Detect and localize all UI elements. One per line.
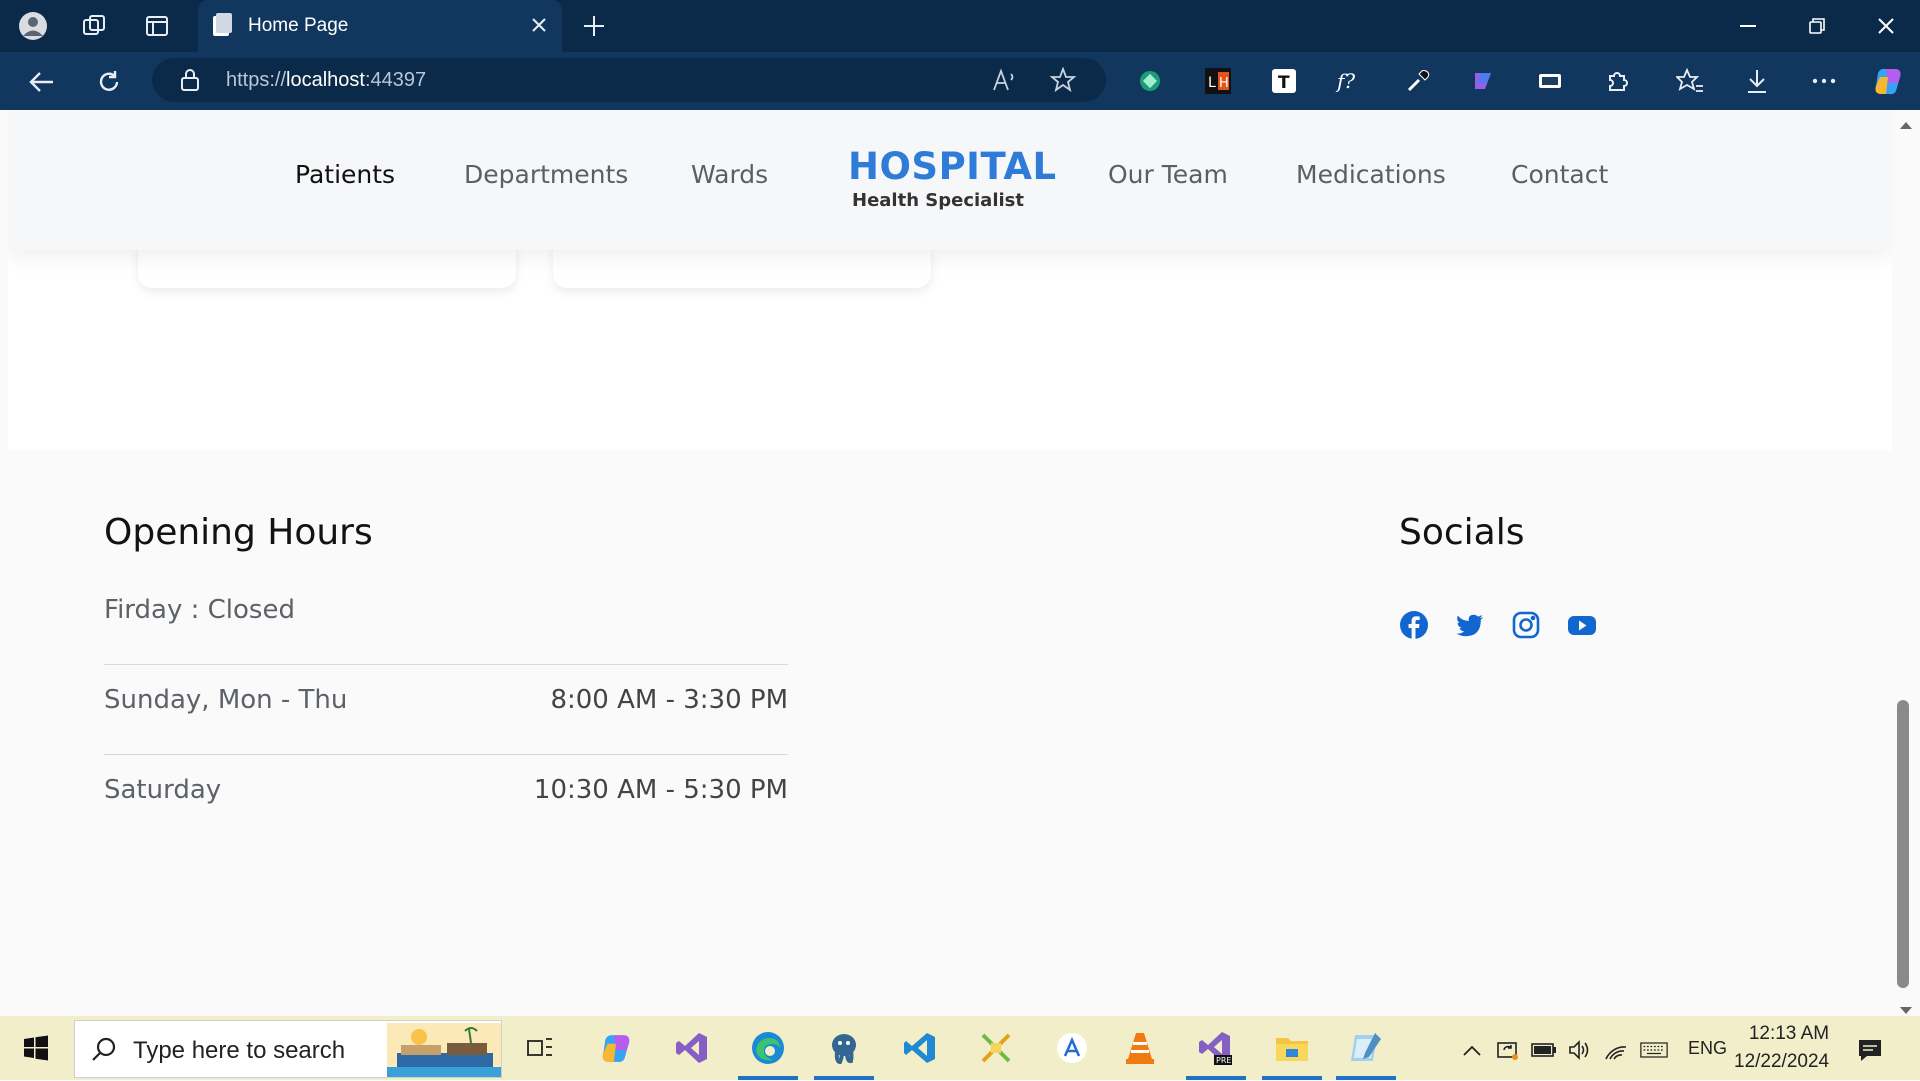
brand-title: HOSPITAL	[848, 145, 1057, 188]
svg-text:f?: f?	[1335, 69, 1355, 93]
copilot-app-icon[interactable]	[594, 1026, 638, 1070]
notifications-icon[interactable]	[1856, 1036, 1884, 1064]
search-icon	[91, 1036, 117, 1066]
hours-day: Sunday, Mon - Thu	[104, 685, 348, 715]
svg-text:H: H	[1219, 76, 1229, 91]
tab-title: Home Page	[248, 15, 349, 36]
battery-icon[interactable]	[1530, 1036, 1558, 1064]
system-clock[interactable]: 12:13 AM 12/22/2024	[1734, 1020, 1829, 1076]
scroll-up-icon[interactable]	[1900, 114, 1912, 133]
task-view-icon[interactable]	[518, 1026, 562, 1070]
windows-start-icon[interactable]	[14, 1026, 58, 1070]
active-tab[interactable]: Home Page	[198, 0, 562, 52]
nav-link-patients[interactable]: Patients	[295, 160, 395, 189]
svg-text:PRE: PRE	[1216, 1056, 1231, 1065]
clock-time: 12:13 AM	[1748, 1023, 1830, 1044]
nav-link-medications[interactable]: Medications	[1296, 160, 1446, 189]
nav-link-contact[interactable]: Contact	[1511, 160, 1608, 189]
vscode-icon[interactable]	[898, 1026, 942, 1070]
more-options-icon[interactable]	[1808, 65, 1840, 97]
back-icon[interactable]	[25, 65, 59, 99]
edge-browser-icon[interactable]	[738, 1026, 798, 1080]
extension-green-icon[interactable]	[1134, 65, 1166, 97]
url-text[interactable]: https://localhost:44397	[226, 69, 426, 92]
facebook-icon[interactable]	[1399, 610, 1429, 640]
app-store-icon[interactable]	[1050, 1026, 1094, 1070]
minimize-icon[interactable]	[1713, 0, 1782, 52]
hours-day: Saturday	[104, 775, 222, 805]
hours-day: Firday : Closed	[104, 595, 295, 625]
search-placeholder: Type here to search	[133, 1037, 346, 1064]
browser-tab-bar: Home Page	[0, 0, 1920, 52]
socials-title: Socials	[1399, 512, 1525, 553]
copilot-icon[interactable]	[1872, 65, 1904, 97]
cards-section	[8, 230, 1892, 450]
extension-purple-icon[interactable]	[1467, 65, 1499, 97]
opening-hours-title: Opening Hours	[104, 512, 373, 553]
page-viewport: Patients Departments Wards HOSPITAL Heal…	[8, 110, 1892, 1016]
hours-row: Saturday 10:30 AM - 5:30 PM	[104, 755, 788, 845]
youtube-icon[interactable]	[1567, 610, 1597, 640]
profile-avatar-icon[interactable]	[17, 10, 49, 42]
svg-text:L: L	[1208, 75, 1216, 91]
restore-icon[interactable]	[1782, 0, 1851, 52]
nav-link-wards[interactable]: Wards	[691, 160, 768, 189]
text-extension-icon[interactable]: T	[1268, 65, 1300, 97]
wifi-icon[interactable]	[1602, 1036, 1630, 1064]
close-window-icon[interactable]	[1851, 0, 1920, 52]
paint-tool-icon[interactable]	[974, 1026, 1018, 1070]
hours-row: Sunday, Mon - Thu 8:00 AM - 3:30 PM	[104, 665, 788, 755]
lighthouse-extension-icon[interactable]: LH	[1202, 65, 1234, 97]
favorite-star-icon[interactable]	[1049, 66, 1077, 97]
visual-studio-preview-icon[interactable]: PRE	[1186, 1026, 1246, 1080]
file-explorer-icon[interactable]	[1262, 1026, 1322, 1080]
language-indicator[interactable]: ENG	[1688, 1038, 1727, 1059]
refresh-icon[interactable]	[92, 65, 126, 99]
postgresql-icon[interactable]	[814, 1026, 874, 1080]
search-highlight-icon	[387, 1023, 501, 1081]
clock-date: 12/22/2024	[1734, 1051, 1830, 1072]
extensions-puzzle-icon[interactable]	[1601, 65, 1633, 97]
windows-taskbar: Type here to search PRE ENG 12:13 AM 12/…	[0, 1016, 1920, 1080]
instagram-icon[interactable]	[1511, 610, 1541, 640]
hours-row: Firday : Closed	[104, 575, 788, 665]
address-bar[interactable]: https://localhost:44397	[152, 58, 1106, 102]
hours-time: 10:30 AM - 5:30 PM	[533, 775, 788, 805]
color-picker-icon[interactable]	[1402, 65, 1434, 97]
nav-link-our-team[interactable]: Our Team	[1108, 160, 1228, 189]
sync-status-icon[interactable]	[1494, 1036, 1522, 1064]
vertical-tabs-icon[interactable]	[141, 10, 173, 42]
vlc-icon[interactable]	[1118, 1026, 1162, 1070]
lock-icon[interactable]	[180, 68, 200, 96]
twitter-icon[interactable]	[1455, 610, 1485, 640]
font-extension-icon[interactable]: f?	[1334, 65, 1366, 97]
visual-studio-icon[interactable]	[670, 1026, 714, 1070]
downloads-icon[interactable]	[1741, 65, 1773, 97]
brand-subtitle: Health Specialist	[852, 190, 1024, 211]
nav-link-departments[interactable]: Departments	[464, 160, 628, 189]
show-hidden-icons-icon[interactable]	[1458, 1036, 1486, 1064]
notepad-icon[interactable]	[1336, 1026, 1396, 1080]
new-tab-icon[interactable]	[578, 10, 610, 42]
volume-icon[interactable]	[1566, 1036, 1594, 1064]
page-favicon-icon	[210, 13, 234, 43]
hours-time: 8:00 AM - 3:30 PM	[550, 685, 788, 715]
keyboard-icon[interactable]	[1640, 1036, 1668, 1064]
read-aloud-icon[interactable]	[992, 68, 1018, 96]
workspaces-icon[interactable]	[78, 10, 110, 42]
brand-logo[interactable]: HOSPITAL Health Specialist	[848, 145, 1057, 212]
site-navigation: Patients Departments Wards HOSPITAL Heal…	[8, 110, 1892, 250]
taskbar-search-box[interactable]: Type here to search	[74, 1020, 502, 1078]
scrollbar-thumb[interactable]	[1897, 700, 1909, 988]
browser-toolbar: https://localhost:44397 LH T f?	[0, 52, 1920, 110]
extension-window-icon[interactable]	[1534, 65, 1566, 97]
svg-text:T: T	[1278, 73, 1290, 93]
favorites-icon[interactable]	[1674, 65, 1706, 97]
close-tab-icon[interactable]	[526, 12, 552, 38]
